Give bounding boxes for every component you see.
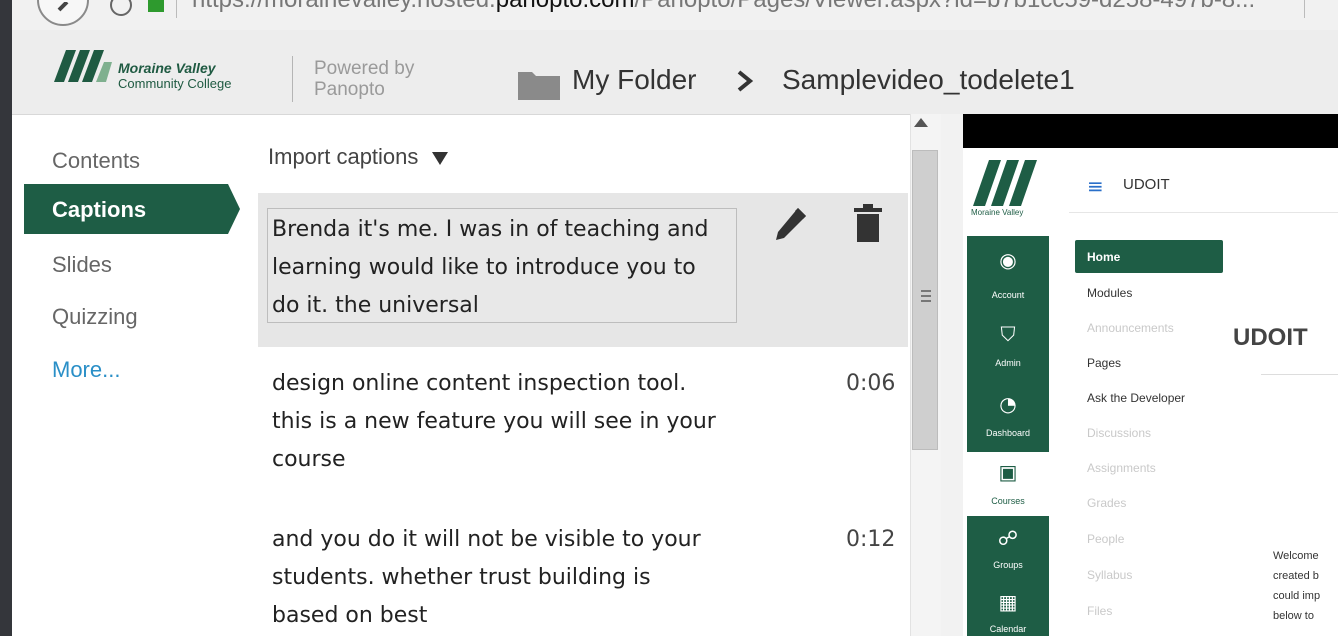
caption-row[interactable]: design online content inspection tool. t… — [272, 365, 752, 479]
breadcrumb-folder[interactable]: My Folder — [572, 64, 696, 96]
trash-icon[interactable] — [852, 204, 884, 244]
logo-name-line1: Moraine Valley — [118, 60, 216, 76]
course-menu-item: Syllabus — [1087, 568, 1133, 582]
moraine-valley-logo-icon[interactable] — [54, 50, 112, 82]
lms-logo — [967, 152, 1049, 236]
breadcrumb-video-title: Samplevideo_todelete1 — [782, 64, 1075, 95]
rail-account: Account — [991, 290, 1025, 300]
caption-row-selected-tail — [755, 270, 908, 347]
welcome-text-line: could imp — [1273, 590, 1321, 602]
panopto-label: Panopto — [314, 79, 385, 100]
chevron-right-icon — [737, 70, 754, 92]
caption-line: Brenda it's me. I was in of teaching and — [272, 217, 709, 242]
admin-shield-icon: ⛉ — [1000, 322, 1016, 346]
caption-edit-text[interactable]: Brenda it's me. I was in of teaching and… — [272, 211, 742, 325]
url-field[interactable]: https://morainevalley.hosted.panopto.com… — [192, 0, 1255, 14]
course-menu-item: People — [1087, 532, 1125, 546]
tab-captions[interactable]: Captions — [24, 184, 240, 234]
arrow-left-icon — [57, 2, 69, 12]
lms-page-heading: UDOIT — [1233, 324, 1308, 351]
tab-contents[interactable]: Contents — [52, 148, 140, 174]
welcome-text-line: created b — [1273, 570, 1319, 582]
rail-dashboard: Dashboard — [985, 428, 1031, 438]
hamburger-menu-icon: ≡ — [1087, 174, 1104, 198]
caption-line: course — [272, 447, 346, 472]
secure-lock-icon — [148, 0, 164, 12]
caption-row[interactable]: and you do it will not be visible to you… — [272, 521, 752, 635]
lms-header-rule — [1069, 212, 1338, 213]
courses-icon: ▣ — [998, 460, 1018, 484]
welcome-text-line: below to — [1273, 610, 1314, 622]
url-prefix: https://morainevalley.hosted. — [192, 0, 496, 13]
rail-courses: Courses — [991, 496, 1025, 506]
tab-captions-label: Captions — [52, 197, 147, 222]
rail-calendar: Calendar — [989, 624, 1027, 634]
browser-address-bar: https://morainevalley.hosted.panopto.com… — [12, 0, 1338, 31]
calendar-icon: ▦ — [998, 590, 1018, 614]
caption-line: students. whether trust building is — [272, 565, 651, 590]
caption-timestamp[interactable]: 0:06 — [846, 371, 895, 396]
import-captions-dropdown[interactable]: Import captions — [268, 144, 449, 170]
course-menu-item: Modules — [1087, 286, 1133, 300]
pane-separator — [941, 114, 963, 636]
caption-line: design online content inspection tool. — [272, 371, 687, 396]
lms-heading-rule — [1261, 374, 1338, 375]
url-divider — [176, 0, 177, 18]
video-player[interactable]: Moraine Valley ◉ Account ⛉ Admin ◔ Dashb… — [963, 114, 1338, 636]
url-suffix: /Panopto/Pages/Viewer.aspx?id=b7b1cc59-d… — [634, 0, 1255, 13]
course-menu-item: Ask the Developer — [1087, 391, 1186, 405]
course-menu-item: Files — [1087, 604, 1113, 618]
folder-icon — [518, 72, 560, 100]
caption-line: do it. the universal — [272, 293, 479, 318]
caption-line: this is a new feature you will see in yo… — [272, 409, 716, 434]
caption-line: learning would like to introduce you to — [272, 255, 696, 280]
scroll-grip-line — [921, 295, 931, 297]
window-edge — [0, 0, 12, 636]
lms-logo-text: Moraine Valley — [971, 208, 1024, 217]
url-domain: panopto.com — [496, 0, 635, 13]
scroll-grip-line — [921, 300, 931, 302]
caret-down-icon — [432, 151, 449, 165]
account-icon: ◉ — [999, 248, 1017, 272]
course-menu-item: Assignments — [1087, 461, 1156, 475]
rail-admin: Admin — [995, 358, 1021, 368]
powered-by-label: Powered by — [314, 58, 415, 79]
dashboard-icon: ◔ — [999, 392, 1017, 416]
caption-timestamp[interactable]: 0:12 — [846, 527, 895, 552]
import-captions-label: Import captions — [268, 144, 419, 169]
info-icon[interactable] — [110, 0, 132, 16]
app-header: Moraine Valley Community College Powered… — [12, 30, 1338, 115]
video-letterbox — [963, 114, 1338, 148]
course-menu-home: Home — [1087, 250, 1121, 264]
scroll-grip-line — [921, 290, 931, 292]
course-menu-item: Announcements — [1087, 321, 1174, 335]
course-menu-item: Grades — [1087, 496, 1127, 510]
caption-line: based on best — [272, 603, 428, 628]
header-divider — [292, 56, 293, 102]
caption-line: and you do it will not be visible to you… — [272, 527, 701, 552]
lms-app-title: UDOIT — [1123, 176, 1170, 193]
tab-quizzing[interactable]: Quizzing — [52, 304, 138, 330]
url-divider-right — [1304, 0, 1305, 18]
tab-more[interactable]: More... — [52, 357, 120, 383]
scroll-up-arrow-icon[interactable] — [914, 118, 928, 127]
welcome-text-line: Welcome — [1273, 550, 1319, 562]
course-menu-item: Pages — [1087, 356, 1122, 370]
browser-back-button[interactable] — [37, 0, 89, 26]
moraine-valley-logo-icon — [973, 160, 1037, 206]
logo-name-line2: Community College — [118, 76, 232, 91]
rail-groups: Groups — [993, 560, 1023, 570]
course-menu-item: Discussions — [1087, 426, 1152, 440]
tab-slides[interactable]: Slides — [52, 252, 112, 278]
pencil-icon[interactable] — [774, 206, 808, 242]
groups-icon: ☍ — [997, 526, 1019, 550]
